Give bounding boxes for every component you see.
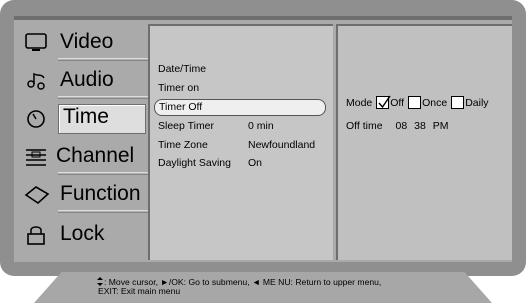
up-down-arrow-icon (97, 277, 103, 286)
off-time-label: Off time (346, 120, 383, 132)
menu-item-audio[interactable]: Audio (18, 64, 150, 99)
menu-underline (58, 58, 150, 61)
menu-item-lock[interactable]: Lock (18, 218, 146, 252)
time-zone-value: Newfoundland (248, 139, 316, 151)
mode-row: Mode Off Once Daily (346, 95, 489, 109)
menu-label: Lock (60, 222, 105, 245)
menu-underline (58, 96, 150, 99)
audio-note-icon (27, 72, 45, 90)
mode-daily-label: Daily (465, 96, 489, 109)
channel-list-icon (26, 149, 46, 166)
menu-item-video[interactable]: Video (18, 26, 150, 61)
help-text: : Move cursor, ►/OK: Go to submenu, ◄ ME… (96, 277, 456, 296)
main-menu: Video Audio Time Channel Function Lock (18, 24, 150, 260)
function-diamond-icon (24, 186, 50, 205)
menu-label: Video (60, 30, 114, 53)
submenu-item-timer-on[interactable]: Timer on (158, 82, 199, 100)
checkmark-icon (378, 95, 391, 109)
off-time-ampm[interactable]: PM (433, 120, 449, 132)
padlock-icon (27, 226, 45, 245)
menu-label: Audio (60, 68, 114, 91)
menu-item-channel[interactable]: Channel (18, 140, 150, 175)
mode-off-label: Off (390, 96, 405, 109)
mode-daily-checkbox[interactable] (451, 96, 465, 109)
mode-label: Mode (346, 96, 373, 109)
time-submenu-panel: Date/Time Timer on Timer Off Sleep Timer… (148, 24, 333, 260)
menu-label: Channel (56, 144, 135, 167)
off-time-row: Off time 08 38 PM (346, 120, 448, 132)
menu-item-function[interactable]: Function (18, 178, 150, 213)
clock-icon (27, 110, 45, 128)
submenu-item-sleep-timer[interactable]: Sleep Timer (158, 120, 214, 138)
mode-off-checkbox[interactable] (376, 95, 391, 109)
help-line-2: EXIT: Exit main menu (98, 286, 181, 296)
menu-item-time[interactable]: Time (18, 102, 146, 136)
top-divider (14, 16, 512, 20)
menu-label: Function (60, 182, 141, 205)
submenu-item-date-time[interactable]: Date/Time (158, 63, 206, 81)
daylight-saving-value: On (248, 157, 263, 169)
mode-once-checkbox[interactable] (408, 96, 422, 109)
submenu-item-daylight-saving[interactable]: Daylight Saving (158, 157, 231, 175)
monitor-icon (25, 33, 47, 51)
off-time-hour[interactable]: 08 (396, 120, 408, 132)
timer-off-detail-panel: Mode Off Once Daily Off time 08 38 PM (336, 24, 512, 260)
submenu-item-timer-off[interactable]: Timer Off (154, 99, 326, 116)
menu-underline (58, 172, 150, 175)
menu-underline (58, 210, 150, 213)
off-time-minute[interactable]: 38 (414, 120, 426, 132)
submenu-item-time-zone[interactable]: Time Zone (158, 139, 208, 157)
sleep-timer-value: 0 min (248, 120, 274, 132)
menu-label: Time (58, 104, 146, 134)
mode-once-label: Once (422, 96, 448, 109)
